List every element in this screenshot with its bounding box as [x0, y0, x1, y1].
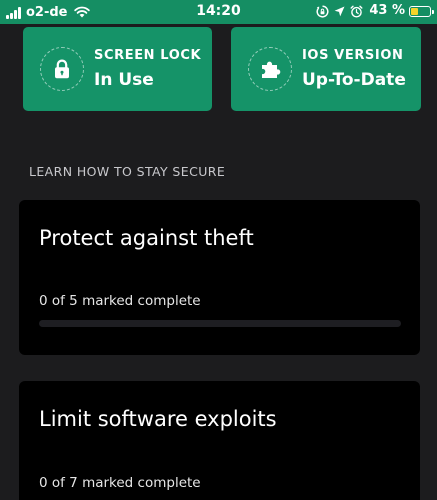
ios-version-status-tile[interactable]: IOS VERSION Up-To-Date: [231, 27, 421, 111]
protect-against-theft-card[interactable]: Protect against theft 0 of 5 marked comp…: [19, 200, 420, 355]
status-bar: o2-de 14:20 43 %: [0, 0, 437, 24]
app-screen: o2-de 14:20 43 % SCREEN LOCK In Use IOS …: [0, 0, 437, 500]
alarm-icon: [350, 5, 363, 18]
location-arrow-icon: [334, 6, 345, 17]
screen-rotation-lock-icon: [316, 4, 329, 18]
puzzle-piece-icon: [248, 47, 292, 91]
status-bar-right: 43 %: [311, 3, 434, 19]
battery-percentage: 43 %: [369, 3, 405, 18]
padlock-icon: [40, 47, 84, 91]
battery-icon: [409, 5, 434, 17]
card-progress-text: 0 of 7 marked complete: [39, 475, 201, 491]
card-title: Protect against theft: [39, 226, 254, 250]
tile-label: IOS VERSION: [302, 48, 404, 63]
progress-bar: [39, 320, 401, 327]
card-title: Limit software exploits: [39, 407, 277, 431]
card-progress-text: 0 of 5 marked complete: [39, 293, 201, 309]
screen-lock-status-tile[interactable]: SCREEN LOCK In Use: [23, 27, 212, 111]
tile-value: Up-To-Date: [302, 70, 406, 90]
section-title: LEARN HOW TO STAY SECURE: [29, 164, 226, 179]
tile-value: In Use: [94, 70, 154, 90]
limit-software-exploits-card[interactable]: Limit software exploits 0 of 7 marked co…: [19, 381, 420, 500]
battery-level-fill: [411, 7, 419, 15]
tile-label: SCREEN LOCK: [94, 48, 202, 63]
